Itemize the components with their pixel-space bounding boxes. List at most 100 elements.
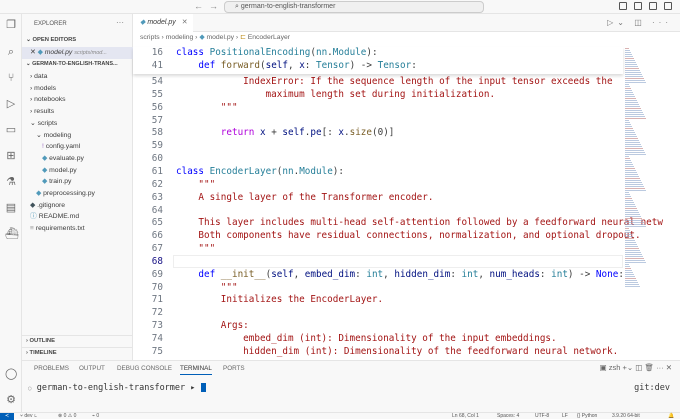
sticky-scroll[interactable]: 16 class PositionalEncoding(nn.Module): 41… <box>133 47 623 74</box>
tree-item[interactable]: ◆ train.py <box>22 176 133 188</box>
breadcrumb-item[interactable]: modeling <box>166 34 194 41</box>
account-icon[interactable]: ◯ <box>5 368 17 380</box>
tree-item[interactable]: ◆ .gitignore <box>22 200 133 212</box>
chevron-down-icon: ⌄ <box>30 119 38 127</box>
current-line-highlight <box>173 254 623 268</box>
bottom-panel: PROBLEMS OUTPUT DEBUG CONSOLE TERMINAL P… <box>22 360 680 412</box>
tree-item[interactable]: ⌄ modeling <box>22 130 133 142</box>
tab-output[interactable]: OUTPUT <box>79 365 105 372</box>
minimap-line <box>625 158 630 159</box>
code-line[interactable]: hidden_dim (int): Dimensionality of the … <box>176 346 618 357</box>
breadcrumb-item[interactable]: scripts <box>140 34 160 41</box>
tree-item[interactable]: › data <box>22 71 133 83</box>
tab-label: model.py <box>147 19 176 26</box>
folder-icon[interactable]: ▤ <box>5 202 17 214</box>
minimap-line <box>625 174 638 175</box>
tab-terminal[interactable]: TERMINAL <box>180 365 212 375</box>
breadcrumb-item[interactable]: EncoderLayer <box>248 34 290 41</box>
terminal[interactable]: ○ german-to-english-transformer ▸ <box>28 383 206 393</box>
docker-icon[interactable]: ⛴ <box>5 228 19 240</box>
customize-layout-icon[interactable] <box>664 2 672 10</box>
files-icon[interactable]: ❐ <box>5 19 17 31</box>
minimap-line <box>625 74 642 75</box>
tree-item[interactable]: ≡ requirements.txt <box>22 223 133 235</box>
tree-item[interactable]: ◆ model.py <box>22 165 133 177</box>
timeline-section[interactable]: › TIMELINE <box>22 347 133 359</box>
tab-problems[interactable]: PROBLEMS <box>34 365 69 372</box>
line-number: 59 <box>151 140 163 152</box>
outline-section[interactable]: › OUTLINE <box>22 335 133 347</box>
open-editor-item[interactable]: ✕ ◆ model.py scripts/mod... <box>22 47 133 59</box>
code-line[interactable]: class EncoderLayer(nn.Module): <box>176 166 344 177</box>
minimap[interactable] <box>625 47 647 357</box>
testing-icon[interactable]: ⚗ <box>5 176 17 188</box>
forward-button[interactable]: → <box>209 1 218 11</box>
settings-icon[interactable]: ⚙ <box>5 394 17 406</box>
code-line[interactable]: return x + self.pe[: x.size(0)] <box>176 127 395 138</box>
tab-model-py[interactable]: ◆ model.py ✕ <box>133 14 193 32</box>
code-line[interactable]: """ <box>176 243 215 254</box>
tree-item[interactable]: ◆ preprocessing.py <box>22 188 133 200</box>
code-line[interactable]: """ <box>176 102 238 113</box>
tree-item[interactable]: ⓘ README.md <box>22 211 133 223</box>
code-line[interactable]: """ <box>176 179 215 190</box>
run-debug-icon[interactable]: ▷ <box>5 98 17 110</box>
shell-name[interactable]: zsh <box>609 363 621 372</box>
code-line[interactable]: IndexError: If the sequence length of th… <box>176 76 612 87</box>
search-icon[interactable]: ⌕ <box>5 46 17 58</box>
close-tab-icon[interactable]: ✕ <box>182 19 188 26</box>
code-line[interactable]: This layer includes multi-head self-atte… <box>176 217 663 228</box>
breadcrumb: scripts › modeling › ◆ model.py › ⊏ Enco… <box>140 34 291 41</box>
extensions-icon[interactable]: ⊞ <box>5 150 17 162</box>
close-panel-icon[interactable]: ✕ <box>666 363 672 372</box>
minimap-line <box>625 136 637 137</box>
code-line[interactable]: class PositionalEncoding(nn.Module): <box>176 47 378 58</box>
back-button[interactable]: ← <box>194 1 203 11</box>
breadcrumb-item[interactable]: model.py <box>206 34 234 41</box>
tab-debug-console[interactable]: DEBUG CONSOLE <box>117 365 172 372</box>
branch-name: dev <box>24 413 33 419</box>
code-line[interactable]: Initializes the EncoderLayer. <box>176 294 383 305</box>
tree-item[interactable]: ! config.yaml <box>22 141 133 153</box>
tree-item[interactable]: › results <box>22 106 133 118</box>
split-terminal-icon[interactable]: ◫ <box>635 363 642 372</box>
close-icon[interactable]: ✕ <box>30 49 36 56</box>
split-editor-icon[interactable]: ◫ <box>634 18 646 27</box>
more-actions-button[interactable]: ··· <box>116 18 124 27</box>
toggle-panel-icon[interactable] <box>634 2 642 10</box>
more-icon[interactable]: ··· <box>652 18 672 27</box>
code-line[interactable]: Both components have residual connection… <box>176 230 640 241</box>
source-control-icon[interactable]: ⑂ <box>5 72 17 84</box>
command-center-search[interactable]: ⌕ german-to-english-transformer <box>224 1 484 13</box>
minimap-line <box>625 108 641 109</box>
tree-item[interactable]: › notebooks <box>22 94 133 106</box>
more-icon[interactable]: ··· <box>656 363 664 372</box>
minimap-line <box>625 204 635 205</box>
code-line[interactable]: def forward(self, x: Tensor) -> Tensor: <box>176 60 416 71</box>
open-editors-section[interactable]: ⌄ OPEN EDITORS <box>22 35 133 47</box>
minimap-line <box>625 160 631 161</box>
tab-ports[interactable]: PORTS <box>223 365 245 372</box>
minimap-line <box>625 128 633 129</box>
project-section[interactable]: ⌄ GERMAN-TO-ENGLISH-TRANS... <box>22 59 133 71</box>
code-line[interactable]: def __init__(self, embed_dim: int, hidde… <box>176 269 624 280</box>
code-line[interactable]: A single layer of the Transformer encode… <box>176 192 433 203</box>
code-line[interactable]: maximum length set during initialization… <box>176 89 496 100</box>
minimap-line <box>625 274 634 275</box>
line-number: 54 <box>151 76 163 87</box>
minimap-line <box>625 156 629 157</box>
tree-item[interactable]: ◆ evaluate.py <box>22 153 133 165</box>
line-number: 73 <box>151 320 163 332</box>
remote-explorer-icon[interactable]: ▭ <box>5 124 17 136</box>
code-line[interactable]: Args: <box>176 320 249 331</box>
new-terminal-icon[interactable]: +⌄ <box>623 363 634 372</box>
trash-icon[interactable]: 🗑 <box>644 363 654 372</box>
code-line[interactable]: embed_dim (int): Dimensionality of the i… <box>176 333 556 344</box>
tree-item[interactable]: ⌄ scripts <box>22 118 133 130</box>
tree-item[interactable]: › models <box>22 83 133 95</box>
run-icon[interactable]: ▷⌄ <box>607 18 628 27</box>
minimap-line <box>625 100 637 101</box>
toggle-sidebar-icon[interactable] <box>619 2 627 10</box>
toggle-secondary-sidebar-icon[interactable] <box>649 2 657 10</box>
code-line[interactable]: """ <box>176 282 238 293</box>
